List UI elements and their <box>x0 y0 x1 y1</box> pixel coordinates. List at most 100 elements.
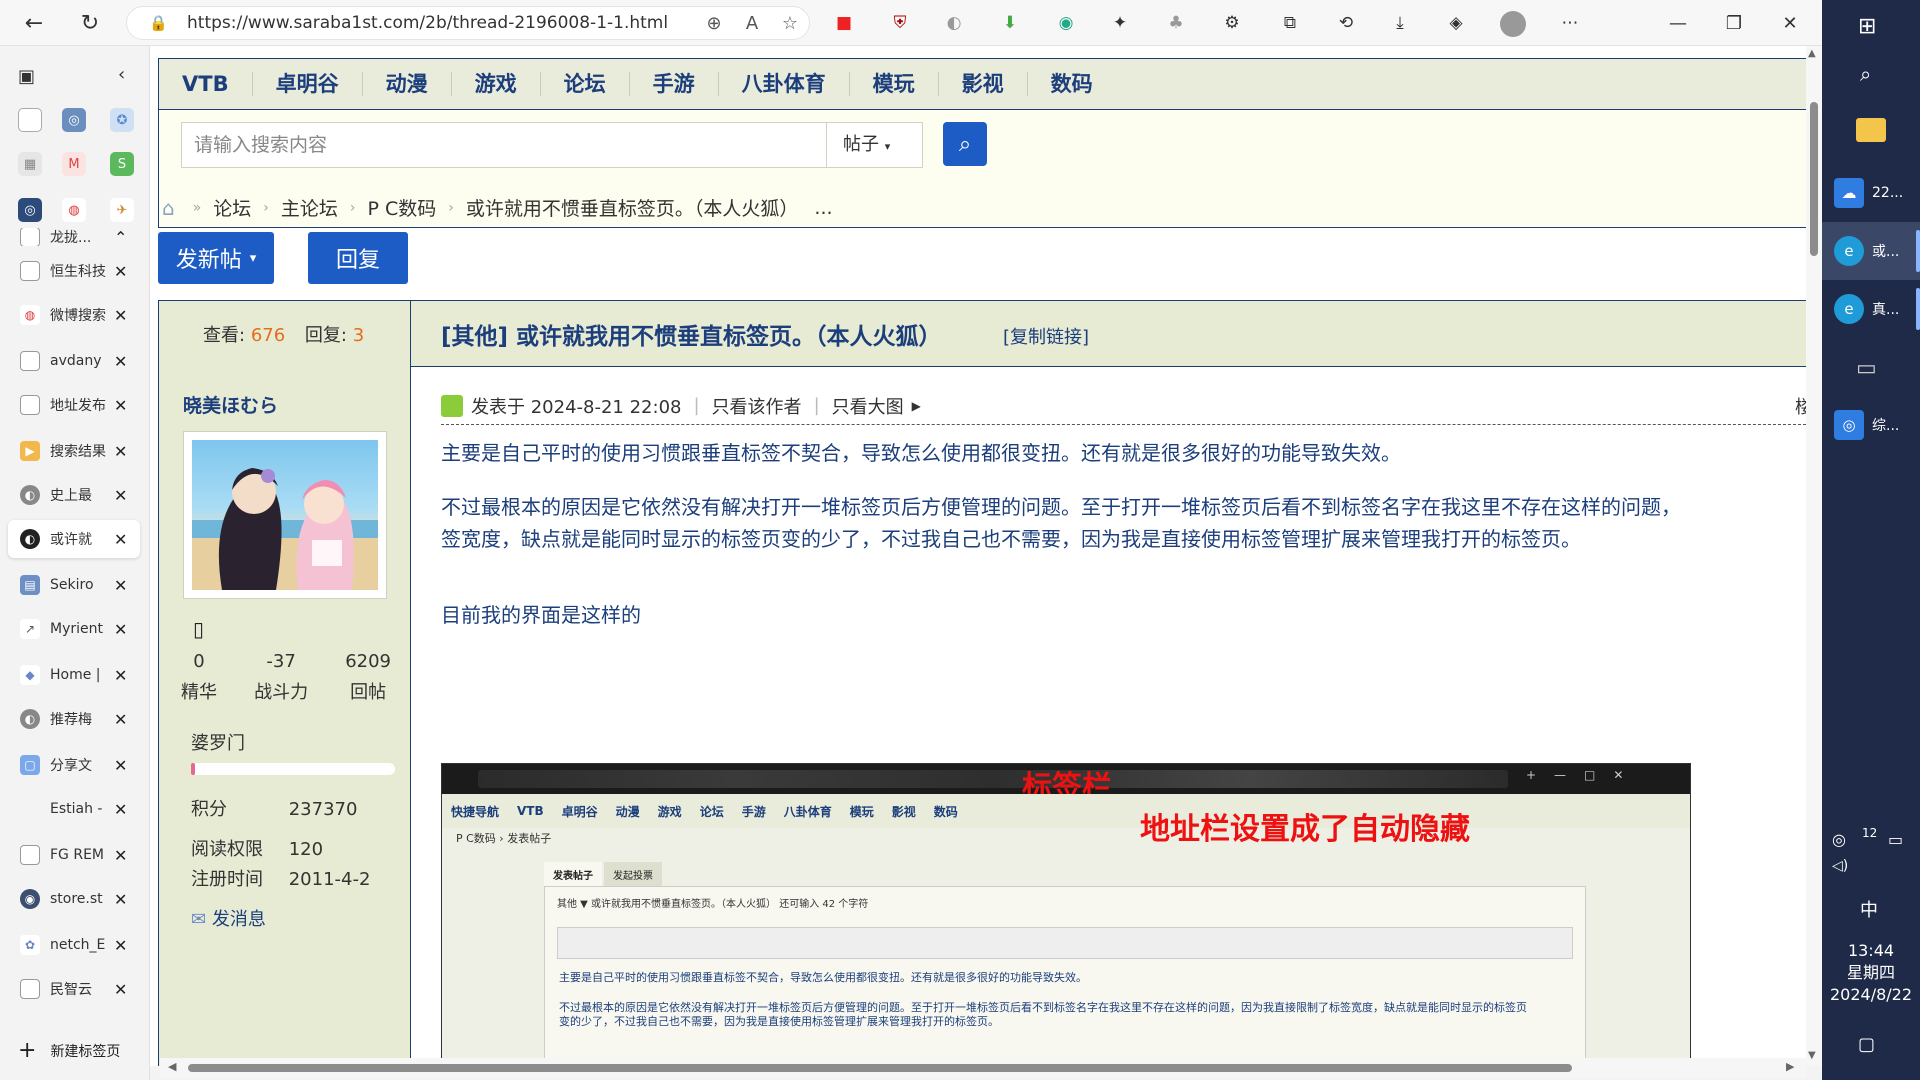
post-screenshot-image[interactable]: +—□✕ 标签栏 快捷导航 VTB 卓明谷 动漫 游戏 论坛 手游 八卦体育 模… <box>441 763 1691 1066</box>
close-tab-icon[interactable]: ✕ <box>114 710 127 729</box>
close-tab-icon[interactable]: ✕ <box>114 306 127 325</box>
close-tab-icon[interactable]: ✕ <box>114 442 127 461</box>
close-tab-icon[interactable]: ✕ <box>114 396 127 415</box>
close-tab-icon[interactable]: ✕ <box>114 756 127 775</box>
close-tab-icon[interactable]: ✕ <box>114 890 127 909</box>
nav-item[interactable]: 卓明谷 <box>253 72 363 96</box>
pinned-site-blue-icon[interactable]: ◎ <box>62 108 86 132</box>
tab-item[interactable]: ▤ Sekiro ✕ <box>8 566 140 604</box>
back-icon[interactable]: ← <box>14 3 54 43</box>
close-tab-icon[interactable]: ✕ <box>114 936 127 955</box>
new-post-button[interactable]: 发新帖 ▾ <box>158 232 274 284</box>
more-menu-icon[interactable]: ⋯ <box>1558 11 1582 35</box>
tab-item[interactable]: ✿ netch_E ✕ <box>8 926 140 964</box>
nav-item[interactable]: 手游 <box>630 72 719 96</box>
volume-icon[interactable]: ◁) <box>1832 858 1848 874</box>
home-icon[interactable]: ⌂ <box>162 196 175 220</box>
restore-icon[interactable]: ❐ <box>1714 8 1754 38</box>
tab-item[interactable]: 龙拢... ⌃ <box>8 228 140 246</box>
tab-item[interactable]: ↗ Myrient ✕ <box>8 610 140 648</box>
new-tab-button[interactable]: + 新建标签页 <box>18 1038 120 1063</box>
tab-item[interactable]: ◐ 推荐梅 ✕ <box>8 700 140 738</box>
pinned-site-bird-icon[interactable]: ✈ <box>110 198 134 222</box>
scroll-up-icon[interactable]: ⌃ <box>114 228 127 246</box>
taskbar-app[interactable]: e 真... <box>1822 280 1920 338</box>
zoom-icon[interactable]: ⊕ <box>695 13 733 34</box>
breadcrumb-link[interactable]: 主论坛 <box>281 194 338 221</box>
pinned-site-gray-icon[interactable]: ▦ <box>18 152 42 176</box>
close-tab-icon[interactable]: ✕ <box>114 530 127 549</box>
tab-item[interactable]: 民智云 ✕ <box>8 970 140 1008</box>
display-tray-icon[interactable]: ▭ <box>1888 830 1903 849</box>
tab-item[interactable]: ◐ 史上最 ✕ <box>8 476 140 514</box>
nav-item[interactable]: VTB <box>159 72 253 96</box>
extension-red-icon[interactable]: ■ <box>832 11 856 35</box>
refresh-icon[interactable]: ↻ <box>70 3 110 43</box>
tab-item[interactable]: ▶ 搜索结果 ✕ <box>8 432 140 470</box>
notification-icon[interactable]: ▢ <box>1858 1034 1875 1055</box>
app-monitor-icon[interactable]: ▭ <box>1856 356 1877 381</box>
pinned-site-green-icon[interactable]: S <box>110 152 134 176</box>
nav-item[interactable]: 八卦体育 <box>719 72 850 96</box>
extension-globe-icon[interactable]: ◉ <box>1054 11 1078 35</box>
tab-item[interactable]: FG REM ✕ <box>8 836 140 874</box>
search-input[interactable]: 请输入搜索内容 <box>181 122 827 168</box>
send-message-link[interactable]: ✉ 发消息 <box>191 905 266 931</box>
tab-item[interactable]: ◍ 微博搜索 ✕ <box>8 296 140 334</box>
address-bar[interactable]: 🔒 https://www.saraba1st.com/2b/thread-21… <box>126 6 810 40</box>
extension-ublock-icon[interactable]: ⛨ <box>888 11 912 35</box>
only-author-link[interactable]: 只看该作者 <box>712 393 802 419</box>
search-button[interactable]: ⌕ <box>943 122 987 166</box>
close-window-icon[interactable]: ✕ <box>1770 8 1810 38</box>
scroll-right-arrow-icon[interactable]: ▶ <box>1786 1060 1794 1073</box>
scroll-up-arrow-icon[interactable]: ▲ <box>1808 48 1816 59</box>
search-type-select[interactable]: 帖子 ▾ <box>827 122 923 168</box>
nav-item[interactable]: 游戏 <box>452 72 541 96</box>
breadcrumb-more[interactable]: ... <box>814 197 832 219</box>
close-tab-icon[interactable]: ✕ <box>114 576 127 595</box>
extensions-icon[interactable]: ⚙ <box>1220 11 1244 35</box>
breadcrumb-link[interactable]: 论坛 <box>213 194 251 221</box>
close-tab-icon[interactable]: ✕ <box>114 800 127 819</box>
scroll-left-arrow-icon[interactable]: ◀ <box>168 1060 176 1073</box>
nav-item[interactable]: 模玩 <box>850 72 939 96</box>
collapse-panel-icon[interactable]: ‹ <box>118 64 125 85</box>
close-tab-icon[interactable]: ✕ <box>114 980 127 999</box>
tab-item[interactable]: 地址发布 ✕ <box>8 386 140 424</box>
close-tab-icon[interactable]: ✕ <box>114 846 127 865</box>
vertical-scroll-thumb[interactable] <box>1810 102 1818 256</box>
extension-puzzle-gray-icon[interactable]: ♣ <box>1164 11 1188 35</box>
nav-item[interactable]: 数码 <box>1028 72 1116 96</box>
clock[interactable]: 13:44 星期四 2024/8/22 <box>1822 940 1920 1006</box>
search-icon[interactable]: ⌕ <box>1860 62 1871 86</box>
taskbar-app[interactable]: ☁ 22... <box>1822 164 1920 222</box>
network-tray-icon[interactable]: ◎ <box>1832 830 1846 849</box>
file-explorer-icon[interactable] <box>1856 118 1886 142</box>
url-text[interactable]: https://www.saraba1st.com/2b/thread-2196… <box>187 13 695 33</box>
profile-avatar[interactable] <box>1500 11 1526 37</box>
ime-indicator[interactable]: 中 <box>1860 896 1878 922</box>
nav-item[interactable]: 影视 <box>939 72 1028 96</box>
tab-item[interactable]: ▢ 分享文 ✕ <box>8 746 140 784</box>
only-big-image-link[interactable]: 只看大图 <box>832 393 904 419</box>
reply-button[interactable]: 回复 <box>308 232 408 284</box>
read-aloud-icon[interactable]: A <box>733 13 771 34</box>
tab-item-active[interactable]: ◐ 或许就 ✕ <box>8 520 140 558</box>
pinned-site-circle-icon[interactable]: ✪ <box>110 108 134 132</box>
extension-chat-icon[interactable]: ◐ <box>942 11 966 35</box>
breadcrumb-current[interactable]: 或许就用不惯垂直标签页。（本人火狐） <box>466 194 799 221</box>
taskbar-app-active[interactable]: e 或... <box>1822 222 1920 280</box>
tab-item[interactable]: Estiah - ✕ <box>8 790 140 828</box>
breadcrumb-link[interactable]: P C数码 <box>368 194 437 221</box>
user-group[interactable]: 婆罗门 <box>191 729 245 755</box>
horizontal-scrollbar[interactable]: ◀ ▶ <box>160 1058 1806 1078</box>
horizontal-scroll-thumb[interactable] <box>188 1064 1572 1072</box>
tab-item[interactable]: 恒生科技 ✕ <box>8 252 140 290</box>
avatar[interactable] <box>183 431 387 599</box>
close-tab-icon[interactable]: ✕ <box>114 352 127 371</box>
pinned-gmail-icon[interactable]: M <box>62 152 86 176</box>
history-icon[interactable]: ⟲ <box>1334 11 1358 35</box>
tab-item[interactable]: avdany ✕ <box>8 342 140 380</box>
collections-icon[interactable]: ⧉ <box>1278 11 1302 35</box>
pinned-site-navy-icon[interactable]: ◎ <box>18 198 42 222</box>
